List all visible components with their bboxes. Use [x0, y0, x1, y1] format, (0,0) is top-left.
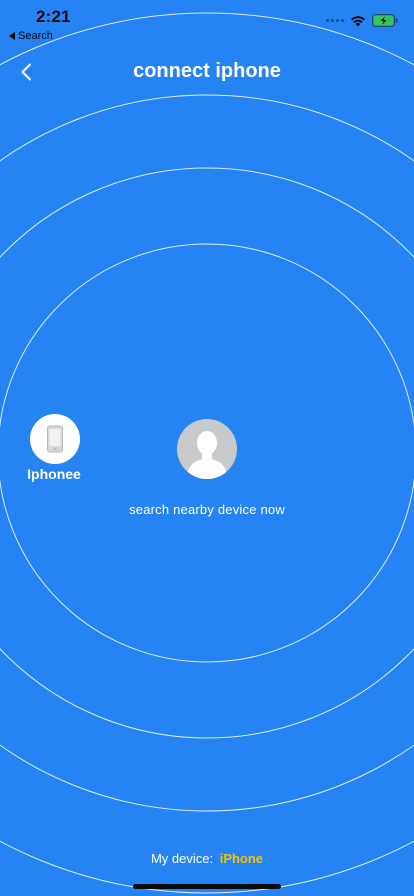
- status-time: 2:21: [36, 7, 71, 26]
- my-device-label: My device:: [150, 851, 214, 866]
- found-device-name[interactable]: Iphonee: [0, 466, 108, 482]
- wifi-icon: [350, 15, 366, 27]
- page-title: connect iphone: [133, 60, 281, 82]
- status-back-label: Search: [18, 30, 53, 42]
- found-device-button[interactable]: [30, 414, 80, 464]
- battery-charging-icon: [372, 14, 398, 27]
- my-device-info: My device: iPhone: [0, 851, 414, 866]
- status-indicators: [326, 14, 398, 27]
- status-back-to-app[interactable]: Search: [9, 30, 53, 42]
- user-silhouette-icon: [187, 431, 227, 479]
- home-indicator[interactable]: [133, 884, 281, 889]
- my-device-value: iPhone: [219, 851, 264, 866]
- back-triangle-icon: [9, 32, 15, 40]
- device-search-screen: 2:21 Search connect iphone Iphonee searc…: [0, 0, 414, 896]
- search-status-text: search nearby device now: [129, 502, 285, 517]
- cellular-signal-icon: [326, 19, 344, 22]
- avatar: [177, 419, 237, 479]
- phone-icon: [47, 425, 63, 453]
